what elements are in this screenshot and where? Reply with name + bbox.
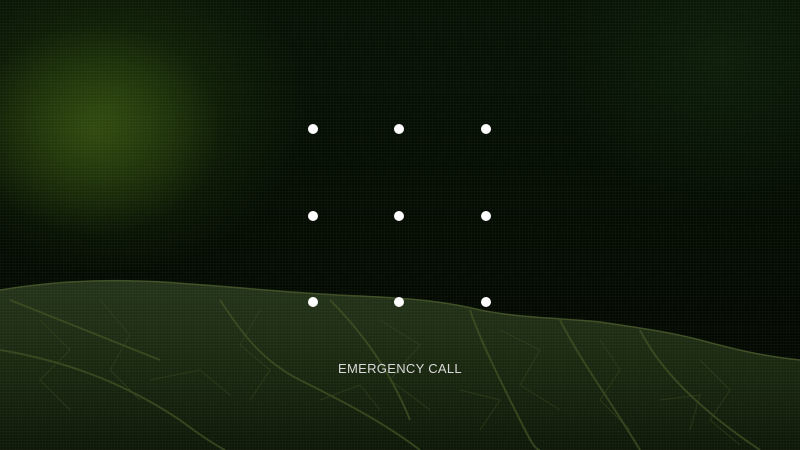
- pattern-dot-3[interactable]: [481, 124, 491, 134]
- pattern-dot-7[interactable]: [308, 297, 318, 307]
- pattern-dot-6[interactable]: [481, 211, 491, 221]
- pattern-lock-grid[interactable]: [270, 86, 530, 346]
- pattern-dot-2[interactable]: [394, 124, 404, 134]
- pattern-dot-4[interactable]: [308, 211, 318, 221]
- emergency-call-button[interactable]: EMERGENCY CALL: [300, 358, 500, 380]
- pattern-dot-9[interactable]: [481, 297, 491, 307]
- pattern-dot-5[interactable]: [394, 211, 404, 221]
- pattern-dot-8[interactable]: [394, 297, 404, 307]
- pattern-dot-1[interactable]: [308, 124, 318, 134]
- lock-screen: EMERGENCY CALL: [0, 0, 800, 450]
